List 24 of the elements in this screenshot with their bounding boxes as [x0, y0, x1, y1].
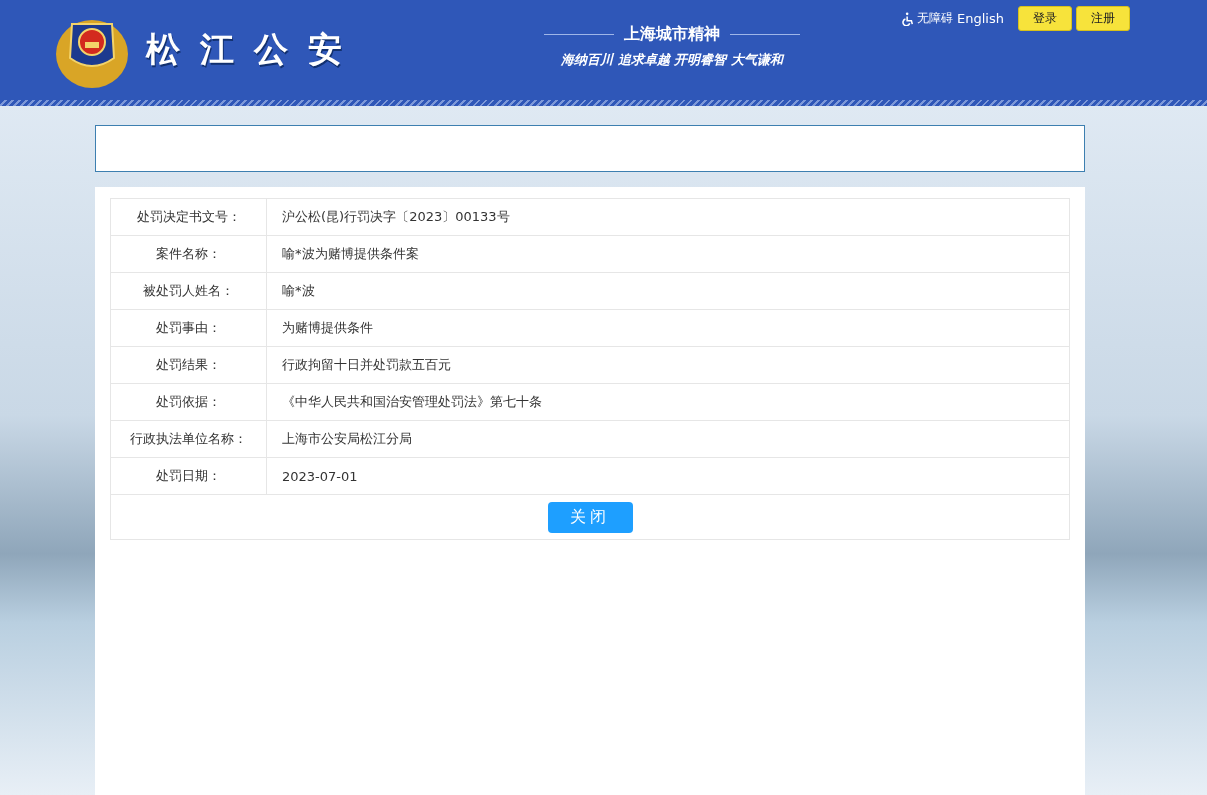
- field-value: 喻*波为赌博提供条件案: [281, 245, 419, 263]
- field-value: 2023-07-01: [281, 467, 358, 486]
- language-link[interactable]: English: [957, 11, 1004, 26]
- wheelchair-icon: [902, 11, 915, 26]
- field-label: 被处罚人姓名：: [111, 273, 267, 309]
- field-value: 沪公松(昆)行罚决字〔2023〕00133号: [281, 208, 510, 226]
- slogan-title: 上海城市精神: [624, 23, 720, 45]
- accessibility-link[interactable]: 无障碍: [902, 10, 954, 27]
- field-label: 处罚结果：: [111, 347, 267, 383]
- field-label: 处罚决定书文号：: [111, 199, 267, 235]
- header-button[interactable]: 注册: [1076, 6, 1130, 31]
- field-label: 案件名称：: [111, 236, 267, 272]
- slogan-text: 海纳百川 追求卓越 开明睿智 大气谦和: [561, 50, 783, 69]
- field-label: 处罚依据：: [111, 384, 267, 420]
- header-button[interactable]: 登录: [1018, 6, 1072, 31]
- field-value: 为赌博提供条件: [281, 319, 373, 337]
- field-label: 处罚日期：: [111, 458, 267, 494]
- field-value: 行政拘留十日并处罚款五百元: [281, 356, 451, 374]
- field-value: 上海市公安局松江分局: [281, 430, 412, 448]
- field-value: 《中华人民共和国治安管理处罚法》第七十条: [281, 393, 542, 411]
- field-label: 处罚事由：: [111, 310, 267, 346]
- site-title: 松江公安: [146, 28, 362, 71]
- field-label: 行政执法单位名称：: [111, 421, 267, 457]
- field-value: 喻*波: [281, 282, 315, 300]
